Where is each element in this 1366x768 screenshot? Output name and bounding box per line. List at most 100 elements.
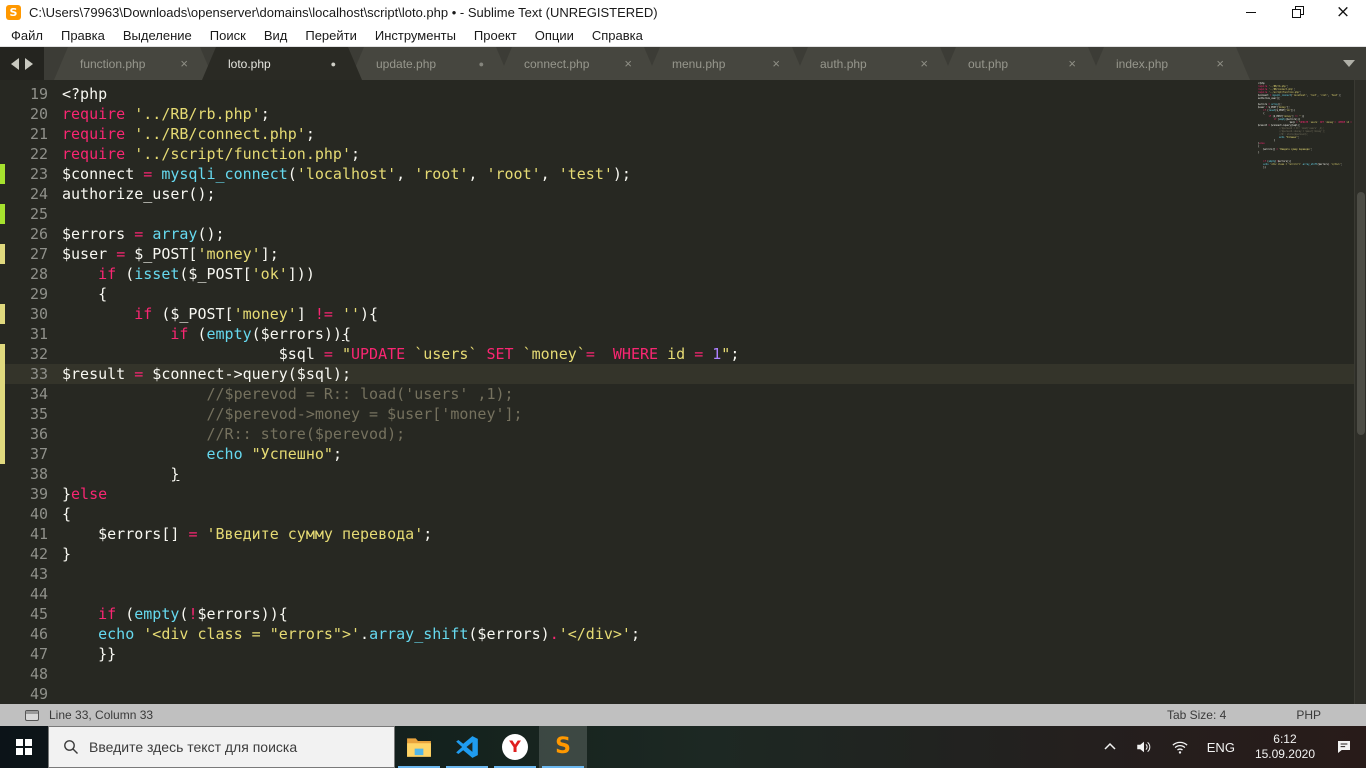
line-text: if (empty(!$errors)){	[98, 605, 288, 623]
code-line[interactable]: 42}	[0, 544, 1366, 564]
tab-label: index.php	[1116, 56, 1169, 71]
menu-item[interactable]: Проект	[465, 28, 526, 43]
next-tab-icon[interactable]	[25, 57, 33, 70]
line-text: echo '<div class = "errors">'.array_shif…	[98, 625, 640, 643]
code-line[interactable]: 48	[0, 664, 1366, 684]
prev-tab-icon[interactable]	[11, 57, 19, 70]
tab-connect.php[interactable]: connect.php ×	[498, 47, 658, 80]
code-line[interactable]: 44	[0, 584, 1366, 604]
language-indicator[interactable]: ENG	[1200, 726, 1242, 768]
scrollbar-thumb[interactable]	[1357, 192, 1365, 435]
menu-item[interactable]: Файл	[2, 28, 52, 43]
menu-item[interactable]: Справка	[583, 28, 652, 43]
code-line[interactable]: 45 if (empty(!$errors)){	[0, 604, 1366, 624]
tab-overflow-button[interactable]	[1332, 47, 1366, 80]
taskbar-search[interactable]	[48, 726, 395, 768]
close-tab-icon[interactable]: ×	[624, 56, 632, 71]
start-button[interactable]	[0, 726, 48, 768]
line-text: }}	[62, 645, 117, 663]
volume-button[interactable]	[1128, 726, 1160, 768]
tray-expand-button[interactable]	[1096, 726, 1124, 768]
line-number: 20	[29, 105, 48, 123]
code-line[interactable]: 20 require '../RB/rb.php';	[0, 104, 1366, 124]
code-line[interactable]: 30 if ($_POST['money'] != ''){	[0, 304, 1366, 324]
line-number: 38	[29, 465, 48, 483]
close-tab-icon[interactable]: ×	[920, 56, 928, 71]
line-text: <?php	[62, 85, 108, 103]
code-line[interactable]: 33 $result = $connect->query($sql);	[0, 364, 1366, 384]
tab-out.php[interactable]: out.php ×	[942, 47, 1102, 80]
line-number: 21	[29, 125, 48, 143]
code-line[interactable]: 39}else	[0, 484, 1366, 504]
taskbar-file-explorer[interactable]	[395, 726, 443, 768]
code-line[interactable]: 32 $sql = "UPDATE `users` SET `money`= W…	[0, 344, 1366, 364]
code-line[interactable]: 43	[0, 564, 1366, 584]
code-line[interactable]: 35 //$perevod->money = $user['money'];	[0, 404, 1366, 424]
code-line[interactable]: 29 {	[0, 284, 1366, 304]
line-text: if (empty($errors)){	[170, 325, 351, 343]
sublime-icon: S	[555, 734, 571, 759]
minimize-button[interactable]	[1228, 0, 1274, 24]
menu-item[interactable]: Инструменты	[366, 28, 465, 43]
close-tab-icon[interactable]: ×	[180, 56, 188, 71]
menu-item[interactable]: Вид	[255, 28, 297, 43]
code-line[interactable]: 37 echo "Успешно";	[0, 444, 1366, 464]
line-text: }	[170, 465, 180, 483]
menu-item[interactable]: Опции	[526, 28, 583, 43]
taskbar-yandex-browser[interactable]: Y	[491, 726, 539, 768]
tab-function.php[interactable]: function.php ×	[54, 47, 214, 80]
code-line[interactable]: 36 //R:: store($perevod);	[0, 424, 1366, 444]
menu-item[interactable]: Выделение	[114, 28, 201, 43]
code-line[interactable]: 34 //$perevod = R:: load('users' ,1);	[0, 384, 1366, 404]
code-line[interactable]: 21 require '../RB/connect.php';	[0, 124, 1366, 144]
tab-index.php[interactable]: index.php ×	[1090, 47, 1250, 80]
tab-auth.php[interactable]: auth.php ×	[794, 47, 954, 80]
tab-loto.php[interactable]: loto.php ●	[202, 47, 362, 80]
line-text: echo "Успешно";	[206, 445, 342, 463]
code-line[interactable]: 49	[0, 684, 1366, 704]
code-line[interactable]: 19 <?php	[0, 84, 1366, 104]
tab-bar: function.php × loto.php ● update.php ● connect…	[0, 47, 1366, 80]
panel-toggle-icon[interactable]	[25, 709, 39, 721]
code-line[interactable]: 41 $errors[] = 'Введите сумму перевода';	[0, 524, 1366, 544]
taskbar-vscode[interactable]	[443, 726, 491, 768]
menu-item[interactable]: Правка	[52, 28, 114, 43]
code-line[interactable]: 25	[0, 204, 1366, 224]
line-text: //R:: store($perevod);	[206, 425, 406, 443]
taskbar-sublime-text[interactable]: S	[539, 726, 587, 768]
editor[interactable]: 19 <?php 20 require '../RB/rb.php'; 21 requir…	[0, 80, 1366, 704]
line-number: 45	[29, 605, 48, 623]
network-button[interactable]	[1164, 726, 1196, 768]
restore-button[interactable]	[1274, 0, 1320, 24]
close-button[interactable]: ×	[1320, 0, 1366, 24]
code-line[interactable]: 28 if (isset($_POST['ok']))	[0, 264, 1366, 284]
close-tab-icon[interactable]: ×	[1068, 56, 1076, 71]
tab-update.php[interactable]: update.php ●	[350, 47, 510, 80]
action-center-button[interactable]	[1328, 726, 1360, 768]
close-tab-icon[interactable]: ×	[772, 56, 780, 71]
code-line[interactable]: 23 $connect = mysqli_connect('localhost',…	[0, 164, 1366, 184]
code-line[interactable]: 46 echo '<div class = "errors">'.array_s…	[0, 624, 1366, 644]
code-line[interactable]: 27 $user = $_POST['money'];	[0, 244, 1366, 264]
scrollbar[interactable]	[1354, 80, 1366, 704]
code-line[interactable]: 24 authorize_user();	[0, 184, 1366, 204]
code-line[interactable]: 40 {	[0, 504, 1366, 524]
tab-size-indicator[interactable]: Tab Size: 4	[1167, 708, 1226, 722]
code-line[interactable]: 47 }}	[0, 644, 1366, 664]
close-tab-icon[interactable]: ×	[1216, 56, 1224, 71]
tab-label: function.php	[80, 56, 146, 71]
code-line[interactable]: 31 if (empty($errors)){	[0, 324, 1366, 344]
code-line[interactable]: 26 $errors = array();	[0, 224, 1366, 244]
search-input[interactable]	[89, 739, 369, 755]
syntax-indicator[interactable]: PHP	[1296, 708, 1321, 722]
line-number: 27	[29, 245, 48, 263]
clock[interactable]: 6:12 15.09.2020	[1246, 726, 1324, 768]
line-number: 28	[29, 265, 48, 283]
menu-item[interactable]: Перейти	[296, 28, 366, 43]
code-line[interactable]: 22 require '../script/function.php';	[0, 144, 1366, 164]
code-area[interactable]: 19 <?php 20 require '../RB/rb.php'; 21 requir…	[0, 84, 1366, 704]
tab-menu.php[interactable]: menu.php ×	[646, 47, 806, 80]
menu-item[interactable]: Поиск	[201, 28, 255, 43]
status-bar: Line 33, Column 33 Tab Size: 4 PHP	[0, 704, 1366, 726]
code-line[interactable]: 38 }	[0, 464, 1366, 484]
